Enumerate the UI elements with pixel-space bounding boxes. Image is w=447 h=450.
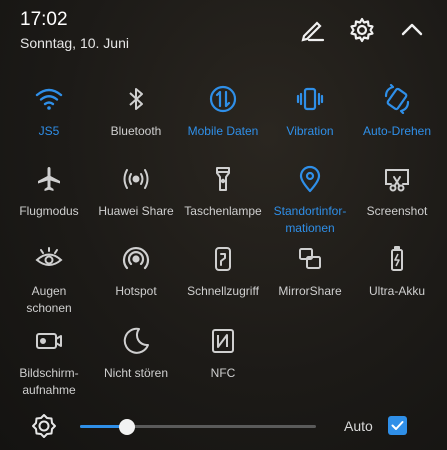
- tile-location[interactable]: Standortinfor- mationen: [267, 164, 353, 237]
- tile-label: Augen schonen: [26, 284, 72, 315]
- bluetooth-icon: [121, 84, 151, 114]
- tile-label: JS5: [38, 124, 60, 138]
- tile-screenshot[interactable]: Screenshot: [354, 164, 440, 220]
- date-label[interactable]: Sonntag, 10. Juni: [20, 35, 129, 51]
- auto-rotate-icon: [382, 84, 412, 114]
- brightness-slider[interactable]: [80, 425, 316, 428]
- tile-label: Standortinfor- mationen: [273, 204, 347, 235]
- tile-wifi[interactable]: JS5: [6, 84, 92, 140]
- ultra-battery-icon: [382, 244, 412, 274]
- tile-label: Flugmodus: [19, 204, 79, 218]
- tile-label: Huawei Share: [98, 204, 174, 218]
- mobile-data-icon: [208, 84, 238, 114]
- tile-screen-record[interactable]: Bildschirm- aufnahme: [6, 326, 92, 399]
- clock-time: 17:02: [20, 9, 68, 30]
- tile-nfc[interactable]: NFC: [180, 326, 266, 382]
- tile-label: Bildschirm- aufnahme: [19, 366, 79, 397]
- do-not-disturb-icon: [121, 326, 151, 356]
- tile-label: Nicht stören: [103, 366, 169, 380]
- tile-label: Auto-Drehen: [362, 124, 432, 138]
- hotspot-icon: [121, 244, 151, 274]
- quick-access-icon: [208, 244, 238, 274]
- tile-label: Mobile Daten: [187, 124, 259, 138]
- auto-brightness-label: Auto: [344, 418, 373, 434]
- airplane-icon: [34, 164, 64, 194]
- tile-airplane[interactable]: Flugmodus: [6, 164, 92, 220]
- tile-label: Vibration: [286, 124, 334, 138]
- mirrorshare-icon: [295, 244, 325, 274]
- screen-record-icon: [34, 326, 64, 356]
- screenshot-icon: [382, 164, 412, 194]
- tile-quick-access[interactable]: Schnellzugriff: [180, 244, 266, 300]
- vibration-icon: [295, 84, 325, 114]
- flashlight-icon: [208, 164, 238, 194]
- tile-ultra-battery[interactable]: Ultra-Akku: [354, 244, 440, 300]
- edit-icon[interactable]: [298, 16, 326, 44]
- tile-label: Schnellzugriff: [187, 284, 259, 298]
- tile-label: Hotspot: [115, 284, 157, 298]
- tile-hotspot[interactable]: Hotspot: [93, 244, 179, 300]
- location-icon: [295, 164, 325, 194]
- tile-mirrorshare[interactable]: MirrorShare: [267, 244, 353, 300]
- tile-bluetooth[interactable]: Bluetooth: [93, 84, 179, 140]
- tile-label: MirrorShare: [278, 284, 342, 298]
- tile-flashlight[interactable]: Taschenlampe: [180, 164, 266, 220]
- tile-huawei-share[interactable]: Huawei Share: [93, 164, 179, 220]
- tile-mobile-data[interactable]: Mobile Daten: [180, 84, 266, 140]
- wifi-icon: [34, 84, 64, 114]
- nfc-icon: [208, 326, 238, 356]
- tile-label: Bluetooth: [110, 124, 162, 138]
- huawei-share-icon: [121, 164, 151, 194]
- tile-vibration[interactable]: Vibration: [267, 84, 353, 140]
- brightness-row: Auto: [0, 404, 447, 450]
- brightness-thumb[interactable]: [119, 419, 136, 435]
- auto-brightness-checkbox[interactable]: [388, 416, 407, 435]
- tile-do-not-disturb[interactable]: Nicht stören: [93, 326, 179, 382]
- tile-eye-comfort[interactable]: Augen schonen: [6, 244, 92, 317]
- tile-label: NFC: [210, 366, 236, 380]
- tile-label: Screenshot: [366, 204, 428, 218]
- brightness-icon: [31, 413, 57, 439]
- tile-auto-rotate[interactable]: Auto-Drehen: [354, 84, 440, 140]
- collapse-icon[interactable]: [398, 16, 426, 44]
- settings-icon[interactable]: [348, 16, 376, 44]
- tile-label: Taschenlampe: [184, 204, 262, 218]
- tile-label: Ultra-Akku: [368, 284, 425, 298]
- status-header: 17:02 Sonntag, 10. Juni: [0, 0, 447, 64]
- eye-comfort-icon: [34, 244, 64, 274]
